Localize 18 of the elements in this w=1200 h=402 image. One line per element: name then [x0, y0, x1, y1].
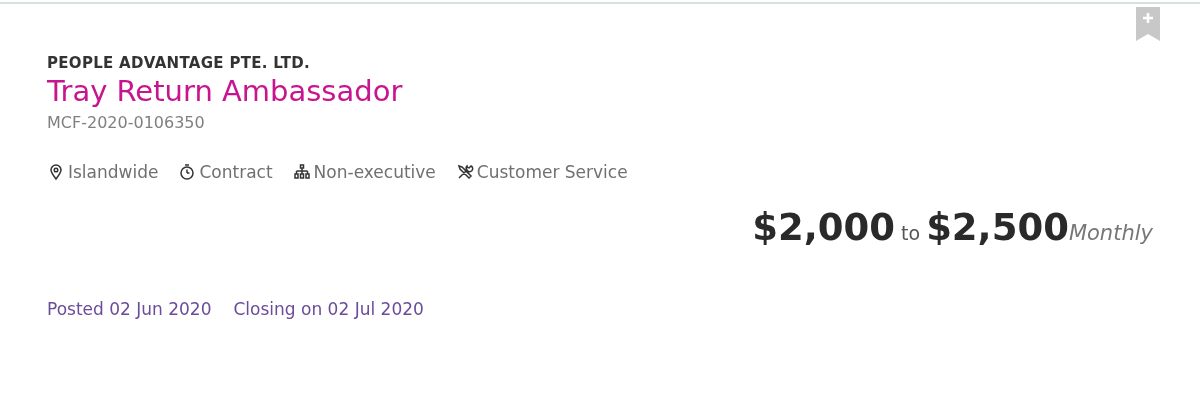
tools-icon	[455, 163, 474, 181]
salary-separator: to	[901, 222, 921, 244]
job-tag: Customer Service	[476, 162, 628, 182]
salary-max: $2,500	[926, 206, 1069, 249]
job-title[interactable]: Tray Return Ambassador	[47, 74, 1153, 108]
closing-date: Closing on 02 Jul 2020	[233, 299, 424, 319]
posted-date: Posted 02 Jun 2020	[47, 299, 212, 319]
salary-period: Monthly	[1068, 221, 1153, 245]
org-chart-icon	[292, 163, 311, 181]
job-tag: Non-executive	[313, 162, 436, 182]
bookmark-icon[interactable]	[1136, 7, 1160, 41]
job-id: MCF-2020-0106350	[47, 113, 206, 132]
stopwatch-icon	[178, 163, 197, 181]
job-tag: Islandwide	[68, 162, 159, 182]
company-name: PEOPLE ADVANTAGE PTE. LTD.	[47, 54, 311, 72]
job-tag: Contract	[199, 162, 273, 182]
map-pin-icon	[47, 163, 65, 181]
salary-min: $2,000	[752, 206, 896, 249]
